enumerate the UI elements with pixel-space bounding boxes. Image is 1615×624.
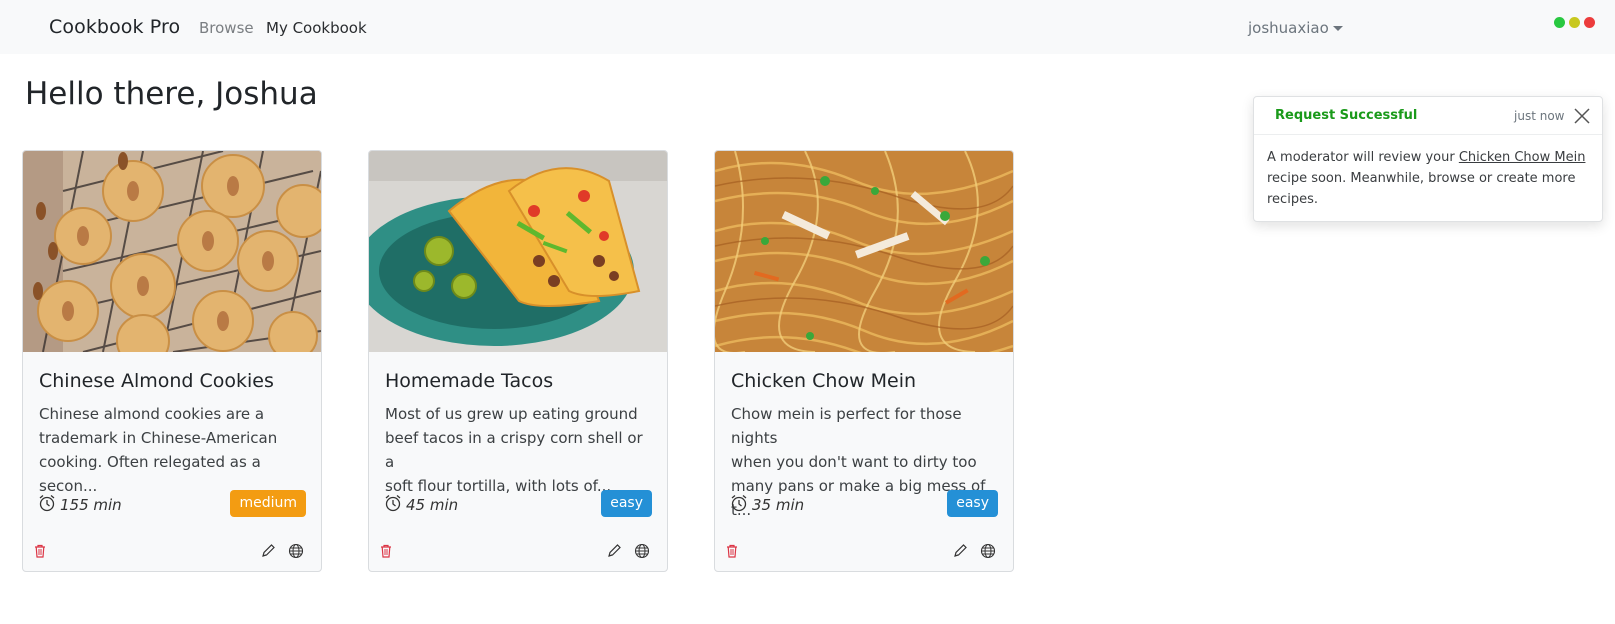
recipe-time-value: 155 min bbox=[60, 496, 122, 514]
success-toast: Request Successful just now A moderator … bbox=[1253, 96, 1603, 222]
recipe-description-line: Most of us grew up eating ground bbox=[385, 405, 638, 423]
almond-cookies-image bbox=[23, 151, 321, 352]
username: joshuaxiao bbox=[1248, 19, 1329, 37]
trash-icon[interactable] bbox=[377, 542, 395, 560]
globe-icon[interactable] bbox=[287, 542, 305, 560]
recipe-link[interactable]: Chicken Chow Mein bbox=[1459, 150, 1586, 165]
recipe-time-value: 35 min bbox=[752, 496, 805, 514]
difficulty-badge: easy bbox=[601, 490, 652, 517]
toast-line: A moderator will review your Chicken Cho… bbox=[1267, 147, 1589, 168]
recipe-time-value: 45 min bbox=[406, 496, 459, 514]
user-dropdown[interactable]: joshuaxiao bbox=[1248, 19, 1343, 37]
caret-down-icon bbox=[1332, 25, 1343, 31]
nav-browse-link[interactable]: Browse bbox=[199, 19, 254, 37]
alarm-clock-icon bbox=[384, 494, 402, 516]
recipe-description-line: trademark in Chinese-American bbox=[39, 429, 278, 447]
brand-logo[interactable]: Cookbook Pro bbox=[49, 16, 180, 38]
recipe-card[interactable]: Chinese Almond Cookies Chinese almond co… bbox=[22, 150, 322, 572]
toast-header: Request Successful just now bbox=[1254, 97, 1602, 135]
pencil-icon[interactable] bbox=[951, 542, 969, 560]
pencil-icon[interactable] bbox=[259, 542, 277, 560]
recipe-time: 35 min bbox=[730, 494, 804, 516]
toast-timestamp: just now bbox=[1514, 109, 1565, 123]
recipe-time: 45 min bbox=[384, 494, 458, 516]
recipe-description-line: beef tacos in a crispy corn shell or a bbox=[385, 429, 643, 471]
trash-icon[interactable] bbox=[31, 542, 49, 560]
recipe-description-line: Chinese almond cookies are a bbox=[39, 405, 265, 423]
alarm-clock-icon bbox=[730, 494, 748, 516]
recipe-description: Most of us grew up eating ground beef ta… bbox=[385, 402, 653, 498]
toast-body: A moderator will review your Chicken Cho… bbox=[1254, 135, 1602, 222]
recipe-time: 155 min bbox=[38, 494, 122, 516]
recipe-description-line: Chow mein is perfect for those nights bbox=[731, 405, 962, 447]
red-dot-icon[interactable] bbox=[1584, 17, 1595, 28]
alarm-clock-icon bbox=[38, 494, 56, 516]
toast-line: recipe soon. Meanwhile, browse or create… bbox=[1267, 171, 1576, 186]
window-controls bbox=[1554, 17, 1595, 28]
difficulty-badge: medium bbox=[230, 490, 306, 517]
globe-icon[interactable] bbox=[979, 542, 997, 560]
recipe-card[interactable]: Homemade Tacos Most of us grew up eating… bbox=[368, 150, 668, 572]
toast-title: Request Successful bbox=[1275, 108, 1418, 123]
recipe-description: Chinese almond cookies are a trademark i… bbox=[39, 402, 307, 498]
toast-text: A moderator will review your bbox=[1267, 150, 1455, 165]
trash-icon[interactable] bbox=[723, 542, 741, 560]
recipe-description-line: when you don't want to dirty too bbox=[731, 453, 977, 471]
difficulty-badge: easy bbox=[947, 490, 998, 517]
yellow-dot-icon[interactable] bbox=[1569, 17, 1580, 28]
tacos-image bbox=[369, 151, 667, 352]
toast-line: recipes. bbox=[1267, 192, 1318, 207]
nav-my-cookbook-link[interactable]: My Cookbook bbox=[266, 19, 367, 37]
recipe-title[interactable]: Chinese Almond Cookies bbox=[39, 370, 274, 392]
page-title: Hello there, Joshua bbox=[25, 76, 318, 112]
recipe-card[interactable]: Chicken Chow Mein Chow mein is perfect f… bbox=[714, 150, 1014, 572]
globe-icon[interactable] bbox=[633, 542, 651, 560]
recipe-title[interactable]: Homemade Tacos bbox=[385, 370, 553, 392]
green-dot-icon[interactable] bbox=[1554, 17, 1565, 28]
chow-mein-image bbox=[715, 151, 1013, 352]
navbar: Cookbook Pro Browse My Cookbook joshuaxi… bbox=[0, 0, 1615, 54]
recipe-title[interactable]: Chicken Chow Mein bbox=[731, 370, 916, 392]
pencil-icon[interactable] bbox=[605, 542, 623, 560]
close-icon[interactable] bbox=[1572, 106, 1592, 126]
